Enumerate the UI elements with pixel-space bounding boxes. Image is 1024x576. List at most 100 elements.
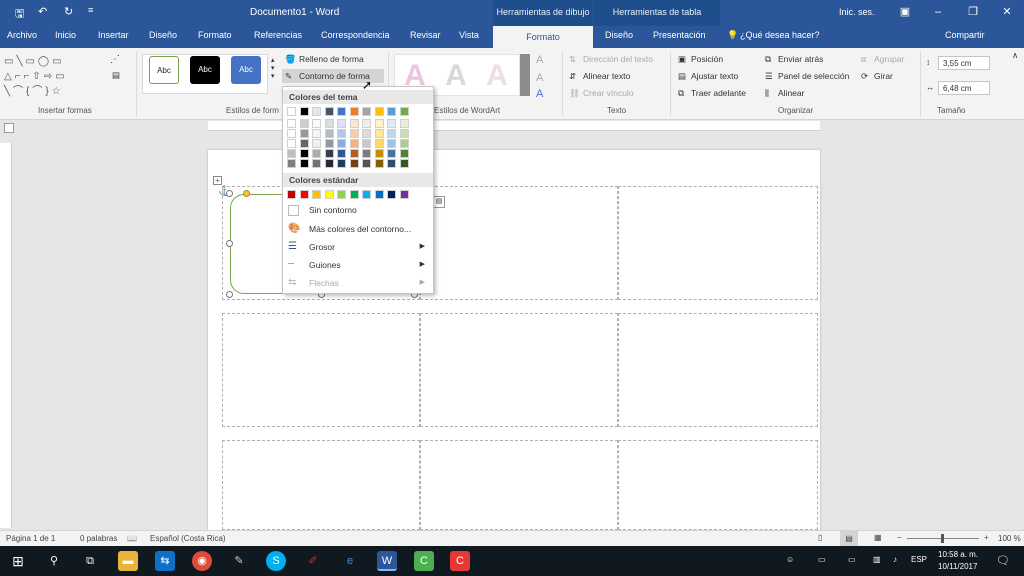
theme-color-swatch[interactable] (299, 159, 309, 168)
table-cell[interactable] (420, 440, 618, 530)
network-icon[interactable]: ▥ (873, 555, 881, 564)
sign-in-link[interactable]: Inic. ses. (839, 7, 875, 17)
theme-color-swatch[interactable] (299, 119, 309, 128)
tab-correspondencia[interactable]: Correspondencia (321, 30, 390, 40)
action-center-icon[interactable]: 🗨 (996, 554, 1010, 567)
standard-color-swatch[interactable] (299, 190, 309, 199)
standard-color-swatch[interactable] (374, 190, 384, 199)
position-button[interactable]: Posición (691, 54, 723, 64)
share-button[interactable]: Compartir (945, 30, 985, 40)
save-icon[interactable]: 🖫 (15, 5, 24, 24)
theme-color-swatch[interactable] (374, 129, 384, 138)
zoom-slider-thumb[interactable] (941, 534, 944, 543)
align-button[interactable]: Alinear (778, 88, 804, 98)
theme-color-swatch[interactable] (399, 159, 409, 168)
camtasia-red-icon[interactable]: C (450, 551, 470, 571)
table-cell[interactable] (618, 186, 818, 300)
height-input[interactable]: 3,55 cm (938, 56, 990, 70)
theme-color-swatch[interactable] (349, 107, 359, 116)
table-move-handle-icon[interactable]: + (213, 176, 222, 185)
resize-handle[interactable] (226, 240, 233, 247)
table-cell[interactable] (222, 440, 420, 530)
table-cell[interactable] (420, 313, 618, 427)
people-icon[interactable]: ☺ (786, 555, 794, 564)
no-outline-item[interactable]: Sin contorno (283, 202, 433, 218)
more-colors-item[interactable]: Más colores del contorno... (283, 221, 433, 237)
theme-color-swatch[interactable] (287, 139, 296, 148)
theme-color-swatch[interactable] (387, 129, 396, 138)
language-code[interactable]: ESP (911, 555, 927, 564)
width-input[interactable]: 6,48 cm (938, 81, 990, 95)
theme-color-swatch[interactable] (287, 129, 296, 138)
theme-color-swatch[interactable] (362, 129, 371, 138)
task-view-icon[interactable]: ⧉ (80, 551, 100, 571)
clock-date[interactable]: 10/11/2017 (938, 562, 977, 571)
undo-icon[interactable]: ↶ (38, 5, 47, 18)
customize-qat-icon[interactable]: ≡ (88, 5, 93, 15)
selection-pane-button[interactable]: Panel de selección (778, 71, 849, 81)
tab-archivo[interactable]: Archivo (7, 30, 37, 40)
tell-me-input[interactable]: ¿Qué desea hacer? (740, 30, 820, 40)
theme-color-swatch[interactable] (362, 139, 371, 148)
theme-color-swatch[interactable] (324, 159, 334, 168)
theme-color-swatch[interactable] (362, 119, 371, 128)
bring-forward-button[interactable]: Traer adelante (691, 88, 746, 98)
tab-selector[interactable] (4, 123, 14, 133)
tray-icon[interactable]: ▭ (818, 555, 826, 564)
theme-color-swatch[interactable] (399, 149, 409, 158)
text-outline-icon[interactable]: A (536, 72, 543, 84)
theme-color-swatch[interactable] (387, 149, 396, 158)
theme-color-swatch[interactable] (337, 139, 346, 148)
theme-color-swatch[interactable] (362, 159, 371, 168)
table-cell[interactable] (420, 186, 618, 300)
rotate-button[interactable]: Girar (874, 71, 893, 81)
standard-color-swatch[interactable] (362, 190, 371, 199)
theme-color-swatch[interactable] (299, 129, 309, 138)
shapes-gallery[interactable]: ▭╲▭◯▭ △⌐⌐⇧⇨▭ ╲⌒{⌒}☆ (4, 54, 104, 100)
theme-color-swatch[interactable] (312, 119, 321, 128)
wordart-style-2[interactable]: A (439, 58, 473, 94)
wrap-text-button[interactable]: Ajustar texto (691, 71, 738, 81)
theme-color-swatch[interactable] (287, 119, 296, 128)
theme-color-swatch[interactable] (349, 159, 359, 168)
theme-color-swatch[interactable] (349, 119, 359, 128)
ribbon-display-icon[interactable]: ▣ (893, 3, 917, 21)
standard-color-swatch[interactable] (387, 190, 396, 199)
theme-color-swatch[interactable] (287, 159, 296, 168)
fill-button[interactable]: Relleno de forma (299, 54, 364, 64)
standard-color-swatch[interactable] (287, 190, 296, 199)
file-explorer-icon[interactable]: ▬ (118, 551, 138, 571)
theme-color-swatch[interactable] (387, 119, 396, 128)
theme-color-swatch[interactable] (337, 129, 346, 138)
theme-color-swatch[interactable] (374, 149, 384, 158)
theme-color-swatch[interactable] (387, 159, 396, 168)
edit-shape-icon[interactable]: ⋰ (110, 54, 120, 65)
theme-color-swatch[interactable] (349, 139, 359, 148)
theme-color-swatch[interactable] (324, 129, 334, 138)
weight-item[interactable]: Grosor ▶ (283, 239, 433, 255)
search-icon[interactable]: ⚲ (44, 551, 64, 571)
tab-vista[interactable]: Vista (459, 30, 479, 40)
text-effects-icon[interactable]: A (536, 88, 543, 100)
style-sample-3[interactable]: Abc (231, 56, 261, 84)
theme-color-swatch[interactable] (337, 107, 346, 116)
theme-color-swatch[interactable] (312, 139, 321, 148)
theme-color-swatch[interactable] (312, 129, 321, 138)
table-cell[interactable] (618, 440, 818, 530)
layout-options-icon[interactable]: ▤ (433, 196, 445, 208)
windows-start-icon[interactable]: ⊞ (8, 551, 28, 571)
theme-color-swatch[interactable] (399, 139, 409, 148)
style-sample-1[interactable]: Abc (149, 56, 179, 84)
proofing-icon[interactable]: 📖 (127, 534, 137, 543)
word-count[interactable]: 0 palabras (80, 534, 117, 543)
text-direction-button[interactable]: Dirección del texto (583, 54, 653, 64)
theme-color-swatch[interactable] (337, 119, 346, 128)
zoom-out-icon[interactable]: − (897, 533, 902, 542)
tab-diseno[interactable]: Diseño (149, 30, 177, 40)
theme-color-swatch[interactable] (299, 107, 309, 116)
word-icon[interactable]: W (377, 551, 397, 571)
theme-color-swatch[interactable] (387, 107, 396, 116)
camtasia-green-icon[interactable]: C (414, 551, 434, 571)
wordart-style-3[interactable]: A (480, 58, 514, 94)
theme-color-swatch[interactable] (312, 149, 321, 158)
